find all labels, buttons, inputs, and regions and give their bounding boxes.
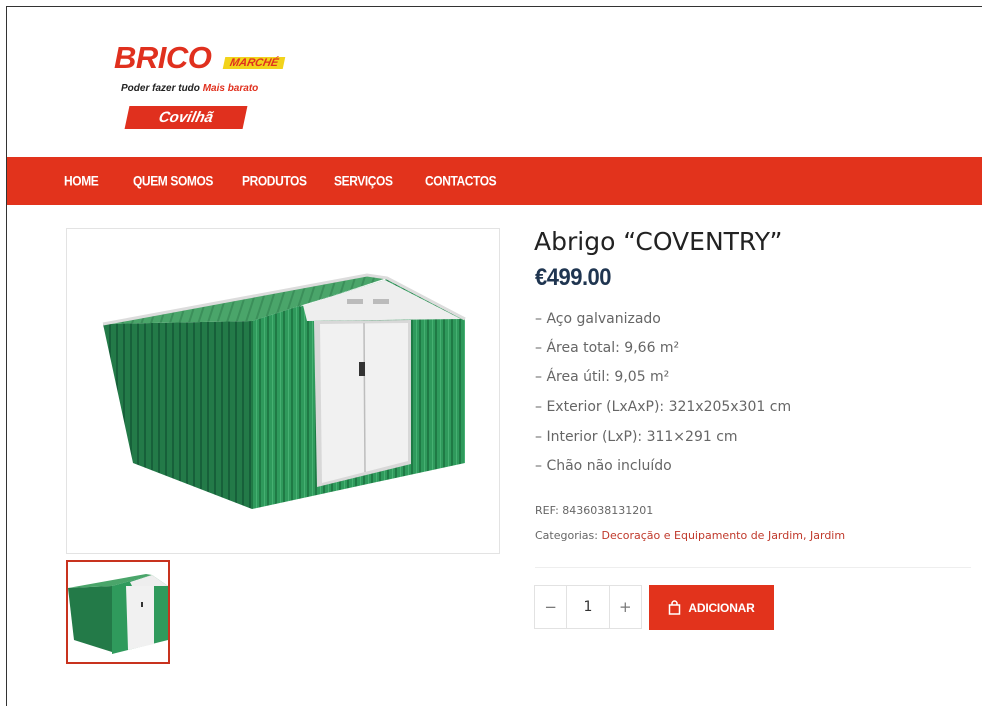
quantity-stepper: − 1 + <box>534 585 642 629</box>
nav-item-servicos[interactable]: SERVIÇOS <box>334 154 393 208</box>
quantity-increase-button[interactable]: + <box>608 586 641 628</box>
nav-item-produtos[interactable]: PRODUTOS <box>242 154 307 208</box>
quantity-decrease-button[interactable]: − <box>535 586 568 628</box>
shed-illustration <box>102 273 466 509</box>
logo-tagline: Poder fazer tudo Mais barato <box>121 83 259 94</box>
logo-brand: BRICO <box>114 40 212 75</box>
nav-item-contactos[interactable]: CONTACTOS <box>425 154 497 208</box>
nav-item-home[interactable]: HOME <box>64 154 99 208</box>
product-main-image[interactable] <box>66 228 500 554</box>
feature-item: – Chão não incluído <box>535 458 672 474</box>
divider <box>535 567 971 568</box>
feature-item: – Interior (LxP): 311×291 cm <box>535 429 738 445</box>
feature-item: – Área útil: 9,05 m² <box>535 369 670 385</box>
nav-item-quem-somos[interactable]: QUEM SOMOS <box>133 154 213 208</box>
quantity-input[interactable]: 1 <box>567 586 608 628</box>
feature-item: – Exterior (LxAxP): 321x205x301 cm <box>535 399 792 415</box>
feature-item: – Área total: 9,66 m² <box>535 340 680 356</box>
logo-sub: MARCHÉ <box>222 57 286 69</box>
site-logo[interactable]: BRICO MARCHÉ Poder fazer tudo Mais barat… <box>108 38 308 136</box>
product-categories: Categorias: Decoração e Equipamento de J… <box>535 529 846 542</box>
logo-city: Covilhã <box>124 106 248 129</box>
main-nav: HOME QUEM SOMOS PRODUTOS SERVIÇOS CONTAC… <box>7 157 982 205</box>
feature-item: – Aço galvanizado <box>535 311 661 327</box>
shopping-bag-icon <box>669 600 681 615</box>
product-thumbnail[interactable] <box>66 560 170 664</box>
product-ref: REF: 8436038131201 <box>535 504 654 517</box>
add-to-cart-button[interactable]: ADICIONAR <box>649 585 774 630</box>
add-to-cart-label: ADICIONAR <box>688 600 755 615</box>
product-title: Abrigo “COVENTRY” <box>534 227 783 256</box>
product-price: €499.00 <box>535 263 612 291</box>
shed-thumbnail-illustration <box>68 562 168 662</box>
category-links[interactable]: Decoração e Equipamento de Jardim, Jardi… <box>601 529 845 542</box>
